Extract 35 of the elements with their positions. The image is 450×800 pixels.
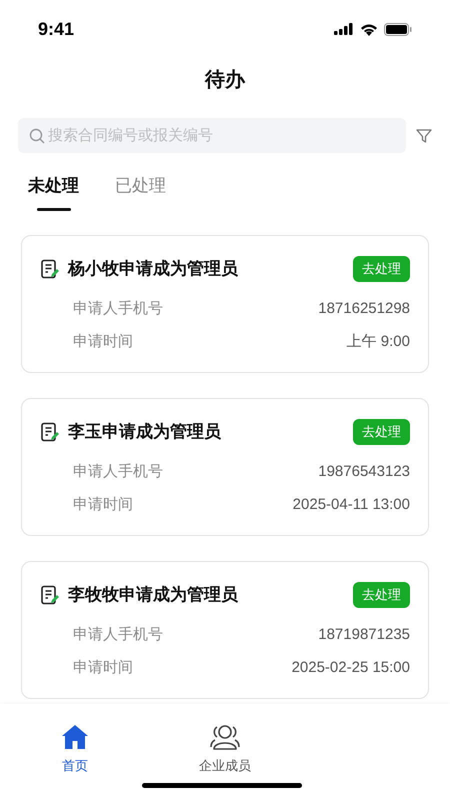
process-button[interactable]: 去处理: [353, 256, 410, 282]
process-button[interactable]: 去处理: [353, 582, 410, 608]
document-edit-icon: [40, 422, 60, 442]
field-label: 申请时间: [73, 494, 133, 515]
home-icon: [61, 724, 89, 750]
field-value: 19876543123: [318, 462, 410, 482]
field-label: 申请人手机号: [73, 298, 163, 319]
tab[interactable]: 已处理: [115, 173, 166, 209]
status-time: 9:41: [38, 18, 74, 40]
document-edit-icon: [40, 259, 60, 279]
nav-tab[interactable]: 首页: [0, 724, 150, 776]
field-label: 申请时间: [73, 332, 133, 352]
document-edit-icon: [40, 585, 60, 605]
field-label: 申请人手机号: [73, 624, 163, 645]
process-button[interactable]: 去处理: [353, 419, 410, 445]
field-value: 上午 9:00: [346, 332, 410, 352]
tab[interactable]: 未处理: [28, 173, 79, 209]
field-value: 2025-02-25 15:00: [292, 658, 410, 678]
card-title: 李牧牧申请成为管理员: [68, 584, 238, 606]
field-value: 2025-04-11 13:00: [292, 494, 410, 515]
search-icon: [29, 128, 45, 144]
field-value: 18719871235: [318, 624, 410, 645]
search-field[interactable]: 搜索合同编号或报关编号: [18, 118, 406, 153]
field-label: 申请时间: [73, 658, 133, 678]
people-icon: [209, 724, 241, 750]
nav-tab[interactable]: 企业成员: [150, 724, 300, 776]
filter-icon[interactable]: [416, 128, 432, 144]
wifi-icon: [360, 22, 378, 36]
card-title: 杨小牧申请成为管理员: [68, 258, 238, 280]
page-title: 待办: [205, 68, 245, 93]
field-value: 18716251298: [318, 298, 410, 319]
card-title: 李玉申请成为管理员: [68, 421, 221, 444]
field-label: 申请人手机号: [73, 462, 163, 482]
signal-icon: [334, 23, 354, 35]
battery-icon: [384, 22, 412, 36]
